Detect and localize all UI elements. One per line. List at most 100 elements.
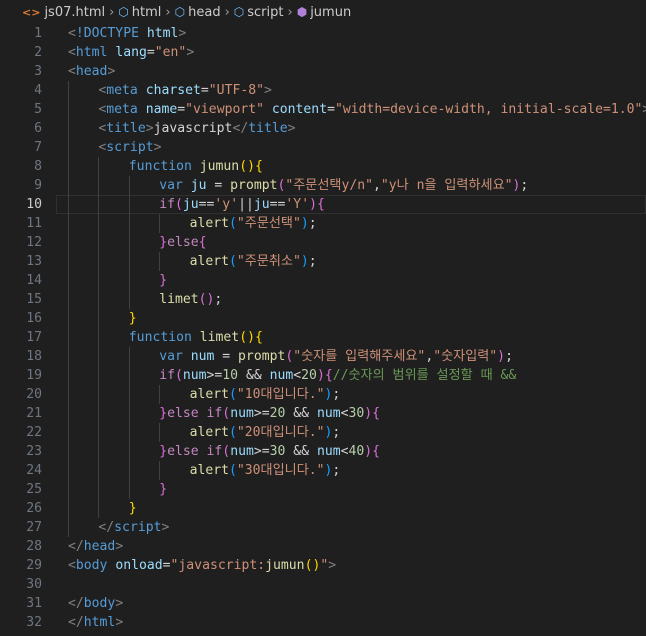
indent-guide: [159, 423, 161, 442]
breadcrumb-file[interactable]: <> js07.html: [22, 5, 105, 20]
code-text: <script>: [98, 138, 161, 157]
breadcrumb-function[interactable]: ⬢ jumun: [297, 5, 351, 20]
code-line[interactable]: 2 <html lang="en">: [0, 43, 646, 62]
code-editor[interactable]: <> js07.html › ⬡ html › ⬡ head › ⬡ scrip…: [0, 0, 646, 636]
indent-guide: [98, 195, 100, 214]
code-line[interactable]: 17 function limet(){: [0, 328, 646, 347]
code-line-content[interactable]: <script>: [56, 138, 646, 157]
code-line[interactable]: 7 <script>: [0, 138, 646, 157]
indent-guide: [98, 157, 100, 176]
indent-guide: [98, 290, 100, 309]
code-line-content[interactable]: if(ju=='y'||ju=='Y'){: [56, 195, 646, 214]
code-line[interactable]: 15 limet();: [0, 290, 646, 309]
code-line-content[interactable]: alert("30대입니다.");: [56, 461, 646, 480]
code-line[interactable]: 16}: [0, 309, 646, 328]
code-line[interactable]: 22 alert("20대입니다.");: [0, 423, 646, 442]
code-line[interactable]: 32 </html>: [0, 613, 646, 632]
code-line-content[interactable]: [56, 575, 646, 594]
code-line[interactable]: 3 <head>: [0, 62, 646, 81]
breadcrumb-head[interactable]: ⬡ head: [175, 5, 221, 20]
code-token: ): [497, 349, 506, 364]
code-line[interactable]: 24 alert("30대입니다.");: [0, 461, 646, 480]
code-line-content[interactable]: limet();: [56, 290, 646, 309]
breadcrumb-html[interactable]: ⬡ html: [118, 5, 161, 20]
code-line[interactable]: 26}: [0, 499, 646, 518]
code-token: "javascript:: [170, 558, 266, 573]
code-line[interactable]: 11 alert("주문선택");: [0, 214, 646, 233]
indent-guide: [128, 233, 130, 252]
code-line-content[interactable]: alert("주문취소");: [56, 252, 646, 271]
code-line[interactable]: 28 </head>: [0, 537, 646, 556]
code-line[interactable]: 8 function jumun(){: [0, 157, 646, 176]
code-line[interactable]: 14}: [0, 271, 646, 290]
code-line-content[interactable]: }: [56, 499, 646, 518]
code-line-content[interactable]: function limet(){: [56, 328, 646, 347]
code-line[interactable]: 25}: [0, 480, 646, 499]
code-line[interactable]: 27 </script>: [0, 518, 646, 537]
function-cube-icon: ⬢: [296, 5, 308, 19]
indent-guide: [98, 252, 100, 271]
code-line[interactable]: 19 if(num>=10 && num<20){//숫자의 범위를 설정할 때 …: [0, 366, 646, 385]
code-token: var: [159, 178, 183, 193]
line-number: 8: [34, 159, 42, 174]
code-line-content[interactable]: </script>: [56, 518, 646, 537]
code-line-content[interactable]: var ju = prompt("주문선택y/n","y나 n을 입력하세요")…: [56, 176, 646, 195]
code-line[interactable]: 6 <title>javascript</title>: [0, 119, 646, 138]
code-line-content[interactable]: <!DOCTYPE html>: [56, 24, 646, 43]
code-line[interactable]: 31 </body>: [0, 594, 646, 613]
code-line[interactable]: 10 if(ju=='y'||ju=='Y'){: [0, 195, 646, 214]
line-number: 7: [34, 140, 42, 155]
code-token: ||: [238, 197, 254, 212]
indent-guide: [98, 233, 100, 252]
code-line-content[interactable]: alert("20대입니다.");: [56, 423, 646, 442]
code-text: <!DOCTYPE html>: [68, 24, 186, 43]
code-line-content[interactable]: <meta name="viewport" content="width=dev…: [56, 100, 646, 119]
code-token: name: [145, 102, 178, 117]
code-line[interactable]: 29 <body onload="javascript:jumun()">: [0, 556, 646, 575]
code-token: >=: [206, 368, 223, 383]
code-line[interactable]: 12}else{: [0, 233, 646, 252]
code-token: }: [159, 406, 168, 421]
code-line-content[interactable]: </body>: [56, 594, 646, 613]
code-line-content[interactable]: }: [56, 271, 646, 290]
code-line[interactable]: 20 alert("10대입니다.");: [0, 385, 646, 404]
code-line[interactable]: 23}else if(num>=30 && num<40){: [0, 442, 646, 461]
indent-guide: [128, 442, 130, 461]
code-line-content[interactable]: <head>: [56, 62, 646, 81]
code-line-content[interactable]: function jumun(){: [56, 157, 646, 176]
code-token: >: [178, 26, 187, 41]
code-line[interactable]: 30: [0, 575, 646, 594]
code-area[interactable]: 1 <!DOCTYPE html> 2 <html lang="en"> 3 <head>…: [0, 24, 646, 632]
code-token: >: [642, 102, 646, 117]
code-line-content[interactable]: }else{: [56, 233, 646, 252]
code-text: alert("주문취소");: [190, 252, 317, 271]
code-line-content[interactable]: <title>javascript</title>: [56, 119, 646, 138]
code-line[interactable]: 9 var ju = prompt("주문선택y/n","y나 n을 입력하세요"…: [0, 176, 646, 195]
indent-guide: [128, 271, 130, 290]
code-line[interactable]: 21}else if(num>=20 && num<30){: [0, 404, 646, 423]
code-line-content[interactable]: if(num>=10 && num<20){//숫자의 범위를 설정할 때 &&: [56, 366, 646, 385]
code-line-content[interactable]: </head>: [56, 537, 646, 556]
breadcrumb-function-label: jumun: [310, 4, 352, 20]
code-line-content[interactable]: alert("10대입니다.");: [56, 385, 646, 404]
code-line[interactable]: 13 alert("주문취소");: [0, 252, 646, 271]
code-line[interactable]: 1 <!DOCTYPE html>: [0, 24, 646, 43]
indent-guide: [68, 442, 69, 461]
code-line-content[interactable]: }else if(num>=30 && num<40){: [56, 442, 646, 461]
code-text: }else if(num>=20 && num<30){: [159, 404, 380, 423]
code-line-content[interactable]: }: [56, 309, 646, 328]
code-token: else: [167, 406, 199, 421]
code-line-content[interactable]: <body onload="javascript:jumun()">: [56, 556, 646, 575]
code-line[interactable]: 5 <meta name="viewport" content="width=de…: [0, 100, 646, 119]
code-line-content[interactable]: <meta charset="UTF-8">: [56, 81, 646, 100]
code-line-content[interactable]: alert("주문선택");: [56, 214, 646, 233]
code-line-content[interactable]: }else if(num>=20 && num<30){: [56, 404, 646, 423]
code-line-content[interactable]: </html>: [56, 613, 646, 632]
code-line-content[interactable]: var num = prompt("숫자를 입력해주세요","숫자입력");: [56, 347, 646, 366]
breadcrumb-script[interactable]: ⬡ script: [234, 5, 284, 20]
code-line[interactable]: 4 <meta charset="UTF-8">: [0, 81, 646, 100]
code-line-content[interactable]: }: [56, 480, 646, 499]
indent-guide: [68, 195, 69, 214]
code-line-content[interactable]: <html lang="en">: [56, 43, 646, 62]
code-line[interactable]: 18 var num = prompt("숫자를 입력해주세요","숫자입력");: [0, 347, 646, 366]
